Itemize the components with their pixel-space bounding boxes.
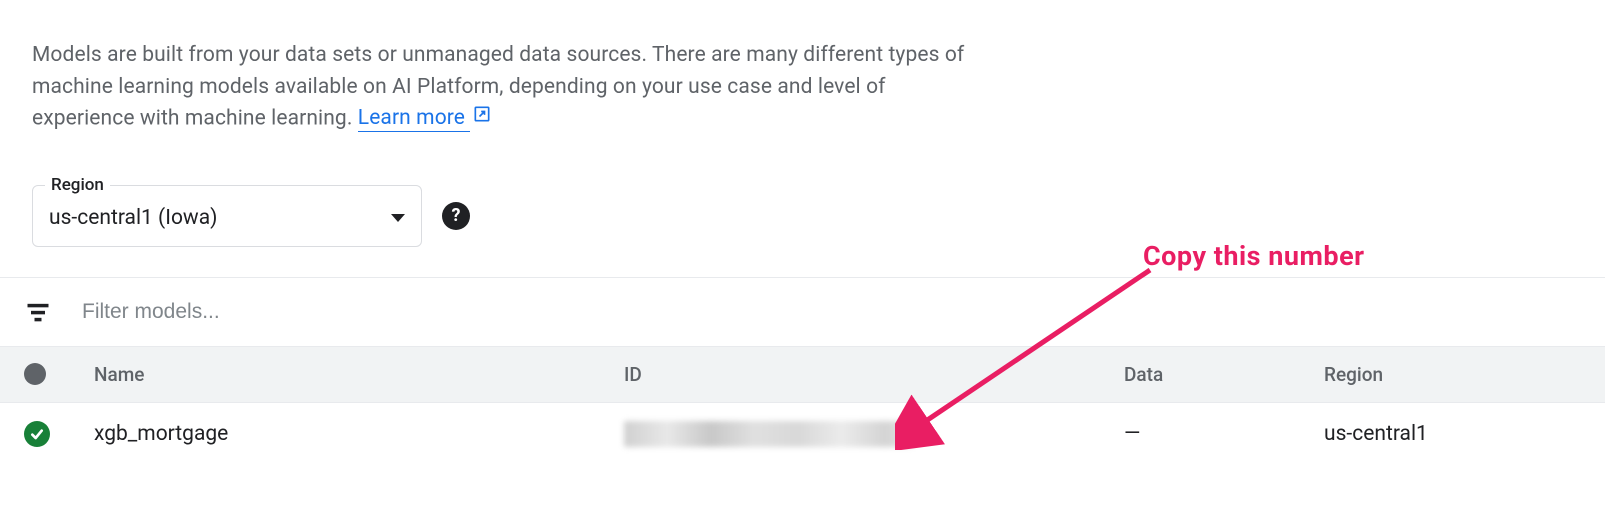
row-data-cell: — xyxy=(1124,422,1324,446)
filter-icon[interactable] xyxy=(24,298,52,326)
region-row: Region us-central1 (Iowa) ? xyxy=(0,165,1605,277)
external-link-icon xyxy=(472,103,492,135)
filter-input[interactable] xyxy=(82,300,1581,324)
column-header-id[interactable]: ID xyxy=(624,363,1124,386)
learn-more-label: Learn more xyxy=(358,106,465,130)
column-header-region[interactable]: Region xyxy=(1324,363,1581,386)
row-name-cell[interactable]: xgb_mortgage xyxy=(94,422,624,446)
table-row[interactable]: xgb_mortgage — us-central1 xyxy=(0,403,1605,465)
column-header-name[interactable]: Name xyxy=(94,363,624,386)
intro-section: Models are built from your data sets or … xyxy=(0,0,1000,165)
intro-description: Models are built from your data sets or … xyxy=(32,43,964,130)
row-status-cell xyxy=(24,421,94,447)
column-header-data[interactable]: Data xyxy=(1124,363,1324,386)
help-icon[interactable]: ? xyxy=(442,202,470,230)
region-field-value: us-central1 (Iowa) xyxy=(49,206,217,230)
row-id-cell xyxy=(624,421,1124,447)
region-field-label: Region xyxy=(45,175,110,195)
intro-text: Models are built from your data sets or … xyxy=(32,40,968,135)
check-circle-icon xyxy=(24,421,50,447)
status-header-dot xyxy=(24,363,46,385)
filter-bar xyxy=(0,277,1605,347)
blurred-id-value xyxy=(624,421,914,447)
region-select[interactable]: Region us-central1 (Iowa) xyxy=(32,185,422,247)
column-header-status xyxy=(24,363,94,385)
table-header-row: Name ID Data Region xyxy=(0,347,1605,403)
learn-more-link[interactable]: Learn more xyxy=(358,106,471,132)
chevron-down-icon xyxy=(391,214,405,222)
row-region-cell: us-central1 xyxy=(1324,422,1581,446)
